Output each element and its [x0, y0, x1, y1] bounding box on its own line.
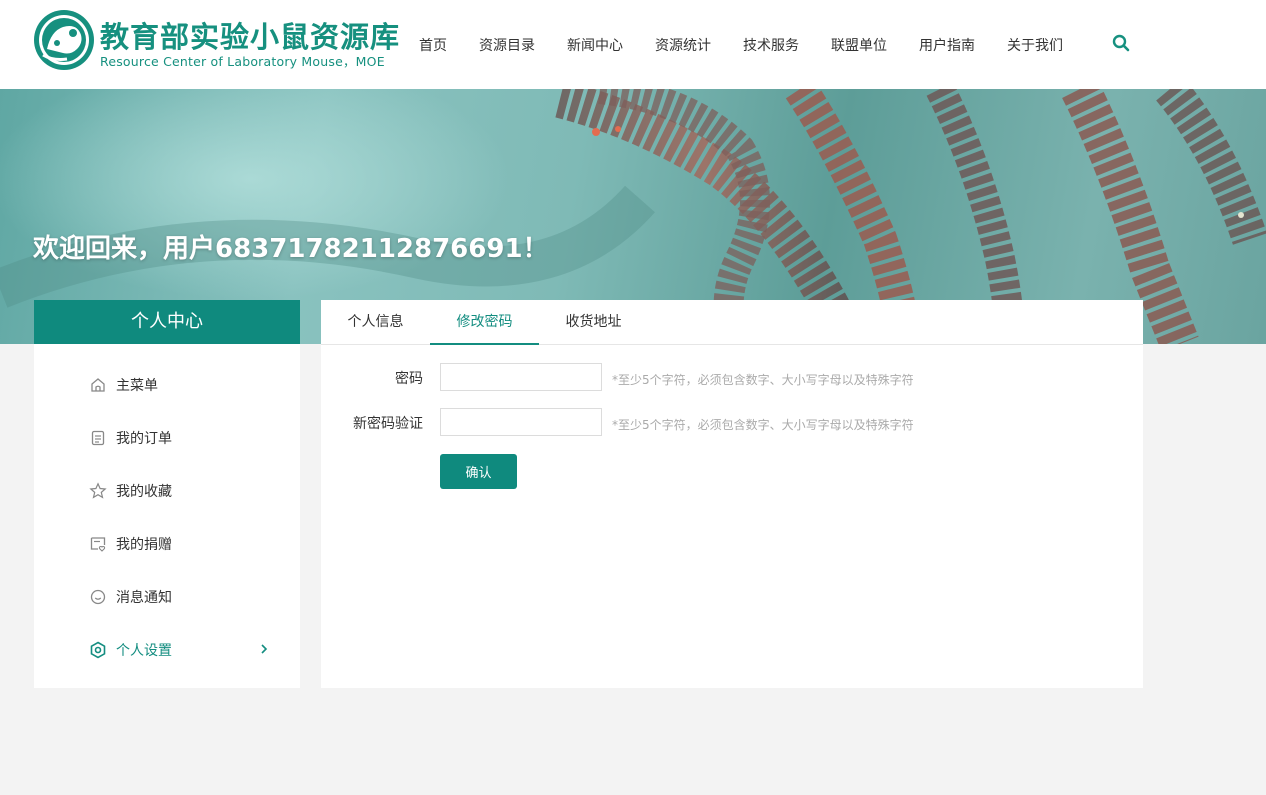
tab-change-password[interactable]: 修改密码 [430, 300, 539, 345]
sidebar-item-favorites[interactable]: 我的收藏 [34, 464, 300, 517]
sidebar-menu: 主菜单 我的订单 我的收藏 我的捐赠 消息通知 个人设置 [34, 344, 300, 676]
sidebar-item-label: 个人设置 [116, 642, 172, 659]
sidebar-item-label: 我的订单 [116, 430, 172, 447]
password-label: 密码 [395, 371, 423, 387]
nav-item-news[interactable]: 新闻中心 [551, 35, 639, 55]
sidebar-item-messages[interactable]: 消息通知 [34, 570, 300, 623]
nav-item-statistics[interactable]: 资源统计 [639, 35, 727, 55]
home-icon [91, 377, 105, 392]
nav-item-catalog[interactable]: 资源目录 [463, 35, 551, 55]
search-icon[interactable] [1111, 33, 1131, 53]
sidebar-item-settings[interactable]: 个人设置 [34, 623, 300, 676]
settings-tabs: 个人信息 修改密码 收货地址 [321, 300, 1143, 345]
user-center-sidebar: 个人中心 主菜单 我的订单 我的收藏 我的捐赠 消息通知 个人设置 [34, 300, 300, 688]
site-logo[interactable]: 教育部实验小鼠资源库 Resource Center of Laboratory… [33, 9, 399, 73]
confirm-password-hint: *至少5个字符，必须包含数字、大小写字母以及特殊字符 [612, 418, 914, 432]
tab-personal-info[interactable]: 个人信息 [321, 300, 430, 344]
main-nav: 首页 资源目录 新闻中心 资源统计 技术服务 联盟单位 用户指南 关于我们 [403, 0, 1079, 89]
nav-item-services[interactable]: 技术服务 [727, 35, 815, 55]
donation-icon [90, 536, 106, 552]
sidebar-item-label: 我的收藏 [116, 483, 172, 500]
password-row: 密码 *至少5个字符，必须包含数字、大小写字母以及特殊字符 [321, 363, 1143, 391]
nav-item-about[interactable]: 关于我们 [991, 35, 1079, 55]
chevron-right-icon [261, 644, 268, 654]
sidebar-item-orders[interactable]: 我的订单 [34, 411, 300, 464]
clipboard-icon [91, 430, 105, 445]
password-input[interactable] [440, 363, 602, 391]
mouse-logo-icon [34, 10, 94, 70]
nav-item-alliance[interactable]: 联盟单位 [815, 35, 903, 55]
logo-title-cn: 教育部实验小鼠资源库 [100, 20, 401, 54]
tab-shipping-address[interactable]: 收货地址 [539, 300, 648, 344]
settings-icon [90, 641, 106, 658]
password-hint: *至少5个字符，必须包含数字、大小写字母以及特殊字符 [612, 373, 914, 387]
sidebar-item-label: 消息通知 [116, 589, 172, 606]
site-header: 教育部实验小鼠资源库 Resource Center of Laboratory… [0, 0, 1266, 89]
sidebar-item-main-menu[interactable]: 主菜单 [34, 358, 300, 411]
settings-panel: 个人信息 修改密码 收货地址 密码 *至少5个字符，必须包含数字、大小写字母以及… [321, 300, 1143, 688]
sidebar-title: 个人中心 [34, 300, 300, 344]
star-icon [89, 481, 107, 499]
sidebar-item-label: 主菜单 [116, 377, 158, 394]
welcome-message: 欢迎回来，用户68371782112876691！ [33, 234, 549, 264]
confirm-password-label: 新密码验证 [353, 416, 423, 432]
sidebar-item-label: 我的捐赠 [116, 536, 172, 553]
confirm-button[interactable]: 确认 [440, 454, 517, 489]
sidebar-item-donations[interactable]: 我的捐赠 [34, 517, 300, 570]
confirm-password-input[interactable] [440, 408, 602, 436]
nav-item-home[interactable]: 首页 [403, 35, 463, 55]
logo-title-en: Resource Center of Laboratory Mouse，MOE [100, 54, 385, 69]
nav-item-guide[interactable]: 用户指南 [903, 35, 991, 55]
confirm-password-row: 新密码验证 *至少5个字符，必须包含数字、大小写字母以及特殊字符 [321, 408, 1143, 436]
message-icon [90, 589, 106, 604]
